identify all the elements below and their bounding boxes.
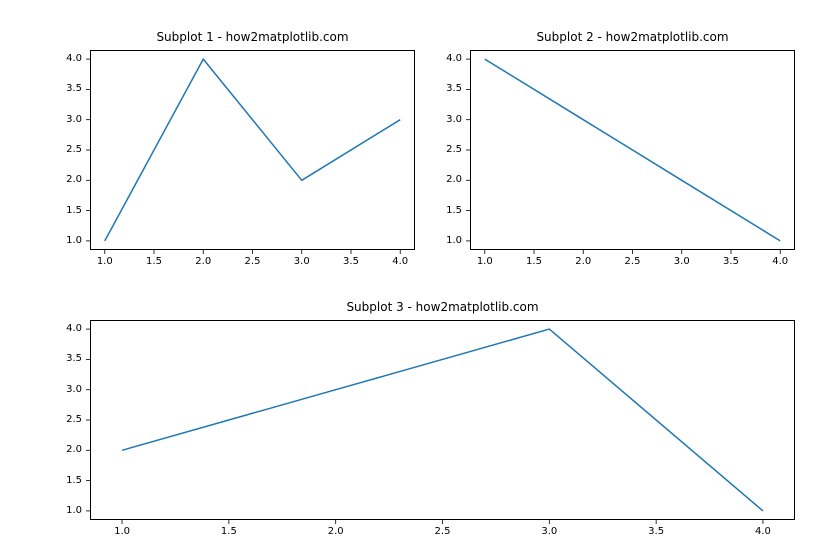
x-tick-label: 1.5 (526, 256, 542, 267)
subplot-2: Subplot 2 - how2matplotlib.com1.01.52.02… (470, 50, 795, 250)
x-tick-label: 2.5 (245, 256, 261, 267)
x-tick-label: 1.0 (477, 256, 493, 267)
x-tick-label: 3.5 (723, 256, 739, 267)
plot-area (90, 320, 795, 520)
x-tick-label: 3.0 (294, 256, 310, 267)
x-tick-label: 2.5 (435, 526, 451, 537)
x-tick-label: 1.0 (97, 256, 113, 267)
x-tick-label: 3.5 (343, 256, 359, 267)
x-tick-label: 2.0 (328, 526, 344, 537)
chart-title: Subplot 2 - how2matplotlib.com (470, 30, 795, 44)
data-line (122, 329, 763, 511)
x-tick-label: 3.0 (541, 526, 557, 537)
figure: Subplot 1 - how2matplotlib.com 1.0 1.5 2.0 2… (0, 0, 840, 560)
subplot-1: Subplot 1 - how2matplotlib.com1.01.52.02… (90, 50, 415, 250)
x-tick-label: 3.5 (648, 526, 664, 537)
plot-area (470, 50, 795, 250)
x-tick-label: 1.5 (221, 526, 237, 537)
x-tick-label: 3.0 (674, 256, 690, 267)
x-tick-label: 1.5 (146, 256, 162, 267)
plot-area (90, 50, 415, 250)
x-tick-label: 2.0 (195, 256, 211, 267)
data-line (105, 59, 400, 241)
x-tick-label: 4.0 (392, 256, 408, 267)
x-tick-label: 4.0 (772, 256, 788, 267)
chart-title: Subplot 1 - how2matplotlib.com (90, 30, 415, 44)
x-tick-label: 1.0 (114, 526, 130, 537)
subplot-3: Subplot 3 - how2matplotlib.com1.01.52.02… (90, 320, 795, 520)
x-tick-label: 2.0 (575, 256, 591, 267)
data-line (485, 59, 780, 241)
chart-title: Subplot 3 - how2matplotlib.com (90, 300, 795, 314)
x-tick-label: 4.0 (755, 526, 771, 537)
x-tick-label: 2.5 (625, 256, 641, 267)
